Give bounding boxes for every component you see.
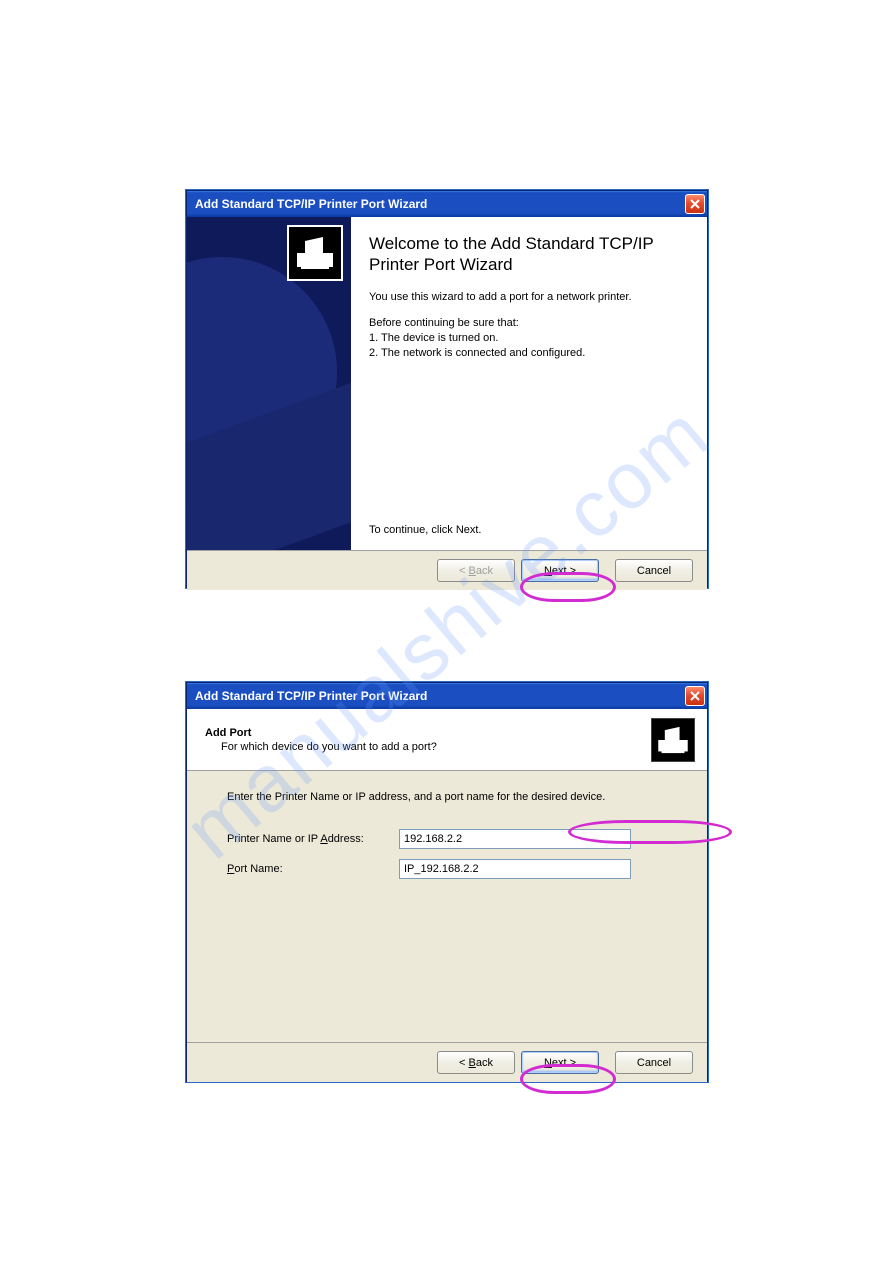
wizard-content: Welcome to the Add Standard TCP/IP Print…	[351, 217, 707, 550]
back-button[interactable]: < Back	[437, 1051, 515, 1074]
cancel-button[interactable]: Cancel	[615, 559, 693, 582]
wizard-heading: Welcome to the Add Standard TCP/IP Print…	[369, 233, 687, 276]
ip-address-label: Printer Name or IP Address:	[227, 833, 399, 845]
port-name-label: Port Name:	[227, 863, 399, 875]
window-title: Add Standard TCP/IP Printer Port Wizard	[195, 197, 685, 211]
page-title: Add Port	[205, 727, 651, 739]
titlebar: Add Standard TCP/IP Printer Port Wizard	[187, 191, 707, 217]
button-bar: < Back Next > Cancel	[187, 550, 707, 590]
wizard-side-graphic	[187, 217, 351, 550]
window-title: Add Standard TCP/IP Printer Port Wizard	[195, 689, 685, 703]
back-button: < Back	[437, 559, 515, 582]
button-bar: < Back Next > Cancel	[187, 1042, 707, 1082]
printer-port-icon	[287, 225, 343, 281]
close-button[interactable]	[685, 194, 705, 214]
dialog-body: Welcome to the Add Standard TCP/IP Print…	[187, 217, 707, 550]
next-button[interactable]: Next >	[521, 1051, 599, 1074]
cancel-button[interactable]: Cancel	[615, 1051, 693, 1074]
wizard-welcome-dialog: Add Standard TCP/IP Printer Port Wizard …	[186, 190, 708, 588]
precond-item-1: 1. The device is turned on.	[369, 331, 687, 346]
wizard-intro-text: You use this wizard to add a port for a …	[369, 290, 687, 305]
port-name-input[interactable]	[399, 859, 631, 879]
ip-address-input[interactable]	[399, 829, 631, 849]
close-button[interactable]	[685, 686, 705, 706]
close-icon	[690, 199, 700, 209]
next-button[interactable]: Next >	[521, 559, 599, 582]
printer-port-icon	[651, 718, 695, 762]
close-icon	[690, 691, 700, 701]
wizard-preconditions: Before continuing be sure that: 1. The d…	[369, 316, 687, 361]
wizard-addport-dialog: Add Standard TCP/IP Printer Port Wizard …	[186, 682, 708, 1082]
titlebar: Add Standard TCP/IP Printer Port Wizard	[187, 683, 707, 709]
precond-item-2: 2. The network is connected and configur…	[369, 346, 687, 361]
continue-hint: To continue, click Next.	[369, 524, 687, 536]
dialog-body: Enter the Printer Name or IP address, an…	[187, 771, 707, 1042]
precond-header: Before continuing be sure that:	[369, 316, 687, 331]
page-subtitle: For which device do you want to add a po…	[205, 741, 651, 753]
wizard-page-header: Add Port For which device do you want to…	[187, 709, 707, 771]
instruction-text: Enter the Printer Name or IP address, an…	[227, 791, 667, 803]
